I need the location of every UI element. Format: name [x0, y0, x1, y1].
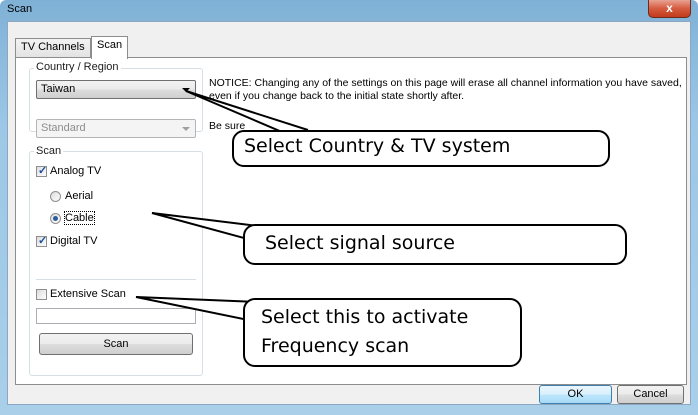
aerial-label: Aerial: [65, 190, 94, 202]
close-icon: x: [666, 1, 673, 15]
check-icon: ✓: [38, 165, 48, 177]
country-select[interactable]: Taiwan: [36, 80, 196, 99]
extensive-scan-label: Extensive Scan: [50, 288, 126, 300]
country-callout-text: Select Country & TV system: [244, 135, 511, 157]
tab-scan[interactable]: Scan: [91, 36, 129, 59]
cable-label: Cable: [64, 211, 95, 225]
country-callout: Select Country & TV system: [232, 130, 610, 167]
scan-button[interactable]: Scan: [39, 333, 193, 355]
country-selected-value: Taiwan: [41, 83, 76, 95]
tab-label: TV Channels: [21, 41, 85, 53]
scan-group-label: Scan: [34, 145, 64, 157]
separator: [36, 279, 196, 280]
tab-tv-channels[interactable]: TV Channels: [15, 38, 91, 57]
cancel-button[interactable]: Cancel: [617, 385, 684, 404]
signal-callout: Select signal source: [243, 224, 627, 265]
cable-label-text: Cable: [64, 211, 95, 225]
notice-line-1: NOTICE: Changing any of the settings on …: [209, 77, 682, 89]
digital-tv-label: Digital TV: [50, 235, 98, 247]
tv-standard-select[interactable]: Standard: [36, 119, 196, 138]
scan-button-label: Scan: [103, 338, 129, 350]
extensive-scan-checkbox[interactable]: [36, 289, 47, 300]
title-bar[interactable]: Scan x: [0, 0, 698, 20]
check-icon: ✓: [38, 235, 48, 247]
digital-tv-checkbox[interactable]: ✓: [36, 235, 48, 247]
window-title: Scan: [7, 3, 33, 15]
country-region-label: Country / Region: [34, 61, 121, 73]
aerial-radio[interactable]: [50, 191, 61, 202]
cancel-button-label: Cancel: [633, 388, 668, 400]
analog-tv-checkbox[interactable]: ✓: [36, 165, 48, 177]
scan-progress-field: [36, 308, 196, 324]
ok-button[interactable]: OK: [539, 385, 612, 404]
notice-line-2: even if you change back to the initial s…: [209, 90, 465, 102]
tab-label: Scan: [97, 39, 123, 51]
chevron-down-icon: [182, 88, 190, 92]
frequency-callout-line-2: Frequency scan: [261, 335, 410, 357]
cable-radio[interactable]: [50, 213, 61, 224]
frequency-callout-line-1: Select this to activate: [261, 306, 469, 328]
standard-value: Standard: [41, 122, 86, 134]
radio-dot-icon: [53, 216, 58, 221]
ok-button-label: OK: [567, 388, 584, 400]
close-button[interactable]: x: [648, 0, 691, 18]
signal-callout-text: Select signal source: [265, 232, 455, 254]
frequency-callout: Select this to activate Frequency scan: [243, 298, 522, 367]
chevron-down-icon: [182, 127, 190, 131]
analog-tv-label: Analog TV: [50, 165, 102, 177]
